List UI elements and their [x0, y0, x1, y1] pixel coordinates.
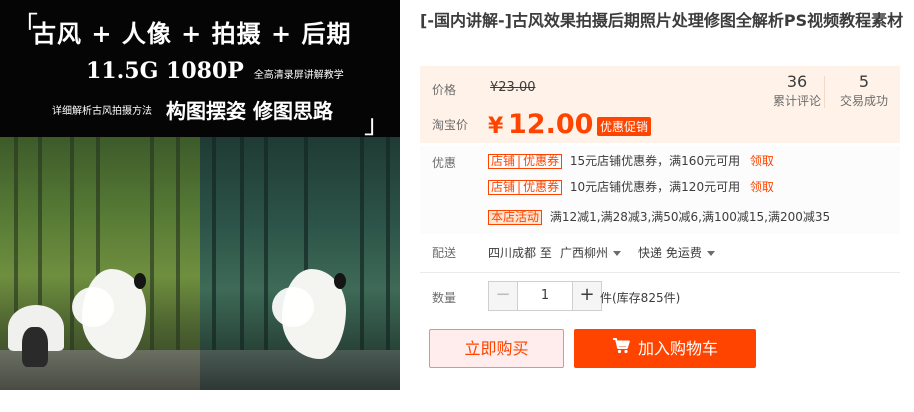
store-activity-tag: 本店活动 [488, 210, 543, 225]
divider [420, 272, 900, 273]
banner-tag-main: 构图摆姿 修图思路 [166, 99, 333, 123]
current-price: 12.00 [508, 109, 594, 140]
quantity-input[interactable]: 1 [518, 281, 572, 311]
chevron-down-icon [706, 251, 715, 256]
image-banner: 「 古风 + 人像 + 拍摄 + 后期 11.5G 1080P 全高清录屏讲解教学… [0, 0, 400, 140]
chevron-down-icon [613, 251, 622, 256]
banner-tag-note: 详细解析古风拍摄方法 [52, 106, 152, 117]
product-title: [-国内讲解-]古风效果拍摄后期照片处理修图全解析PS视频教程素材 [420, 11, 904, 30]
photo-before-scene [0, 137, 200, 390]
shipping-label: 配送 [432, 246, 457, 260]
store-activity-text: 满12减1,满28减3,满50减6,满100减15,满200减35 [549, 210, 831, 224]
price-label: 价格 [432, 83, 457, 97]
buy-now-button[interactable]: 立即购买 [429, 329, 564, 368]
discount-label: 优惠 [432, 156, 457, 170]
sales-count-stat[interactable]: 5 交易成功 [831, 72, 897, 110]
add-to-cart-label: 加入购物车 [637, 339, 718, 358]
currency-symbol: ¥ [488, 114, 504, 139]
shipping-method-value: 快递 免运费 [638, 246, 702, 260]
ship-to-select[interactable]: 广西柳州 [560, 244, 622, 261]
store-activity-row: 本店活动 满12减1,满28减3,满50减6,满100减15,满200减35 [488, 208, 830, 225]
ship-from: 四川成都 至 [488, 246, 552, 260]
discount-panel: 优惠 店铺 | 优惠券 15元店铺优惠券，满160元可用 领取 店铺 | 优惠券 10元… [420, 146, 900, 234]
increase-quantity-button[interactable]: + [572, 281, 602, 311]
photo-after-scene [200, 137, 400, 390]
quantity-label: 数量 [432, 291, 457, 305]
promo-price-label: 淘宝价 [432, 118, 469, 132]
sales-count-label: 交易成功 [839, 94, 888, 108]
original-price: ¥23.00 [490, 80, 536, 95]
stock-info: 件(库存825件) [600, 291, 681, 305]
shipping-row: 配送 四川成都 至 广西柳州 快递 免运费 [420, 244, 900, 264]
coupon-text: 10元店铺优惠券，满120元可用 [569, 180, 741, 194]
review-count-label: 累计评论 [772, 94, 821, 108]
claim-coupon-link[interactable]: 领取 [750, 154, 774, 168]
product-main-image[interactable]: 「 古风 + 人像 + 拍摄 + 后期 11.5G 1080P 全高清录屏讲解教学… [0, 0, 400, 390]
banner-bracket-close: 」 [363, 110, 390, 140]
shipping-method-select[interactable]: 快递 免运费 [638, 244, 715, 261]
coupon-tag: 店铺 | 优惠券 [488, 154, 563, 169]
banner-spec: 11.5G 1080P [86, 58, 244, 84]
banner-headline: 古风 + 人像 + 拍摄 + 后期 [32, 19, 352, 48]
coupon-tag: 店铺 | 优惠券 [488, 180, 563, 195]
coupon-row: 店铺 | 优惠券 10元店铺优惠券，满120元可用 领取 [488, 178, 774, 195]
price-panel: 价格 ¥23.00 淘宝价 ¥ 12.00 优惠促销 36 累计评论 5 交易成… [420, 66, 900, 143]
banner-tag-row: 详细解析古风拍摄方法 构图摆姿 修图思路 [52, 95, 333, 124]
coupon-text: 15元店铺优惠券，满160元可用 [569, 154, 741, 168]
claim-coupon-link[interactable]: 领取 [750, 180, 774, 194]
stat-divider [824, 76, 825, 108]
quantity-stepper: − 1 + [488, 281, 602, 311]
review-count-stat[interactable]: 36 累计评论 [764, 72, 830, 110]
decrease-quantity-button[interactable]: − [488, 281, 518, 311]
banner-spec-note: 全高清录屏讲解教学 [253, 70, 344, 81]
banner-spec-row: 11.5G 1080P 全高清录屏讲解教学 [86, 58, 344, 84]
ship-to-value: 广西柳州 [560, 246, 609, 260]
sales-count: 5 [858, 72, 870, 91]
cart-icon [612, 329, 630, 368]
coupon-row: 店铺 | 优惠券 15元店铺优惠券，满160元可用 领取 [488, 152, 774, 169]
add-to-cart-button[interactable]: 加入购物车 [574, 329, 756, 368]
quantity-row: 数量 − 1 + 件(库存825件) [420, 281, 900, 311]
promo-badge: 优惠促销 [597, 117, 652, 136]
review-count: 36 [786, 72, 808, 91]
